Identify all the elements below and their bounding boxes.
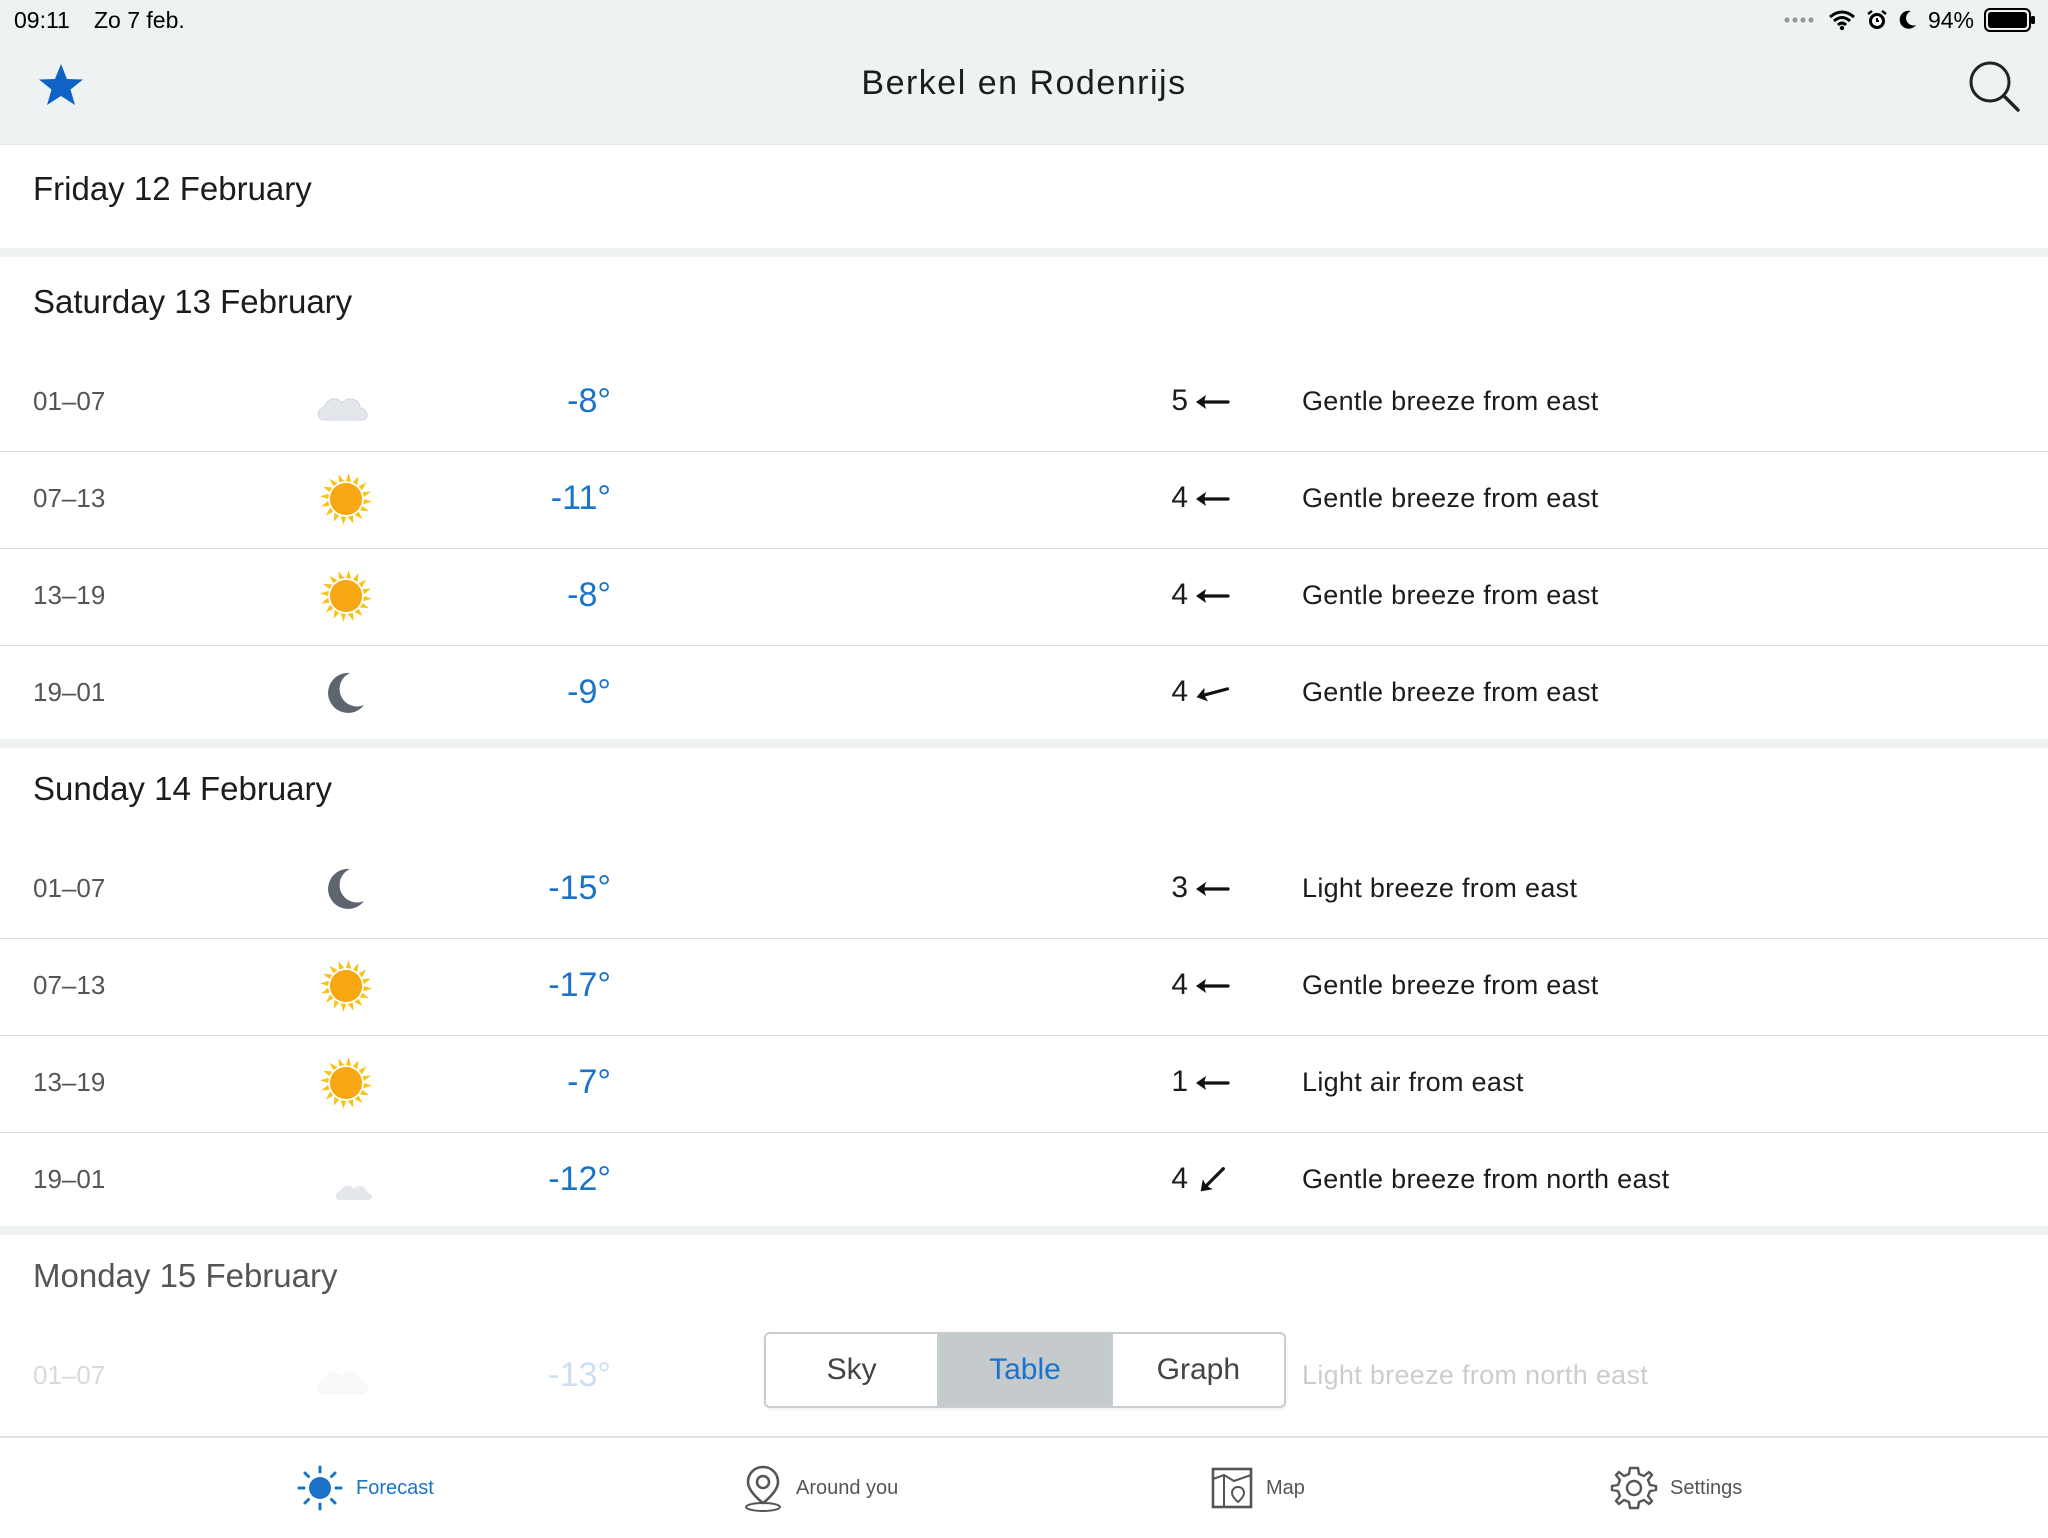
wind-direction-arrow-icon [1196, 882, 1230, 896]
search-icon [1969, 61, 2020, 112]
period-label: 19–01 [33, 677, 106, 707]
period-label: 01–07 [33, 1360, 106, 1390]
forecast-row[interactable]: 19–01 -12° 4 Gentle breeze from north east [0, 1132, 2048, 1230]
wind-speed: 3 [1171, 871, 1188, 904]
period-label: 01–07 [33, 873, 106, 903]
battery-percent: 94% [1927, 6, 1974, 33]
temperature: -17° [548, 966, 611, 1004]
day-divider [0, 248, 2048, 257]
wind-speed: 5 [1171, 384, 1188, 417]
period-label: 13–19 [33, 1067, 106, 1097]
sun-icon [320, 570, 372, 622]
location-title: Berkel en Rodenrijs [861, 64, 1187, 102]
period-label: 13–19 [33, 580, 106, 610]
view-option-table[interactable]: Table [939, 1334, 1113, 1406]
wind-speed: 4 [1171, 1162, 1188, 1195]
period-label: 07–13 [33, 970, 106, 1000]
period-label: 01–07 [33, 386, 106, 416]
search-button[interactable] [1966, 58, 2022, 114]
wind-direction-arrow-icon [1200, 1167, 1225, 1192]
status-right: 94% [1784, 5, 2036, 35]
tab-map-label: Map [1266, 1476, 1305, 1499]
wind-direction-arrow-icon [1196, 395, 1230, 409]
cloud-icon [317, 1372, 368, 1395]
day-divider [0, 739, 2048, 748]
moon-icon [328, 868, 364, 909]
tab-map[interactable]: Map [1210, 1438, 1305, 1538]
forecast-row[interactable]: 07–13 -17° 4 Gentle breeze from east [0, 938, 2048, 1036]
temperature: -8° [567, 382, 611, 420]
wind-speed: 1 [1171, 1065, 1188, 1098]
forecast-table[interactable]: Friday 12 February Saturday 13 February 01… [0, 144, 2048, 1436]
temperature: -8° [567, 576, 611, 614]
tab-forecast[interactable]: Forecast [296, 1438, 434, 1538]
forecast-row[interactable]: 19–01 -9° 4 Gentle breeze from east [0, 645, 2048, 743]
wind-direction-arrow-icon [1196, 492, 1230, 506]
sun-icon [320, 960, 372, 1012]
wind-description: Gentle breeze from east [1302, 483, 1599, 513]
forecast-row[interactable]: 01–07 -8° 5 Gentle breeze from east [0, 354, 2048, 452]
wind-speed: 4 [1171, 481, 1188, 514]
wind-description: Gentle breeze from east [1302, 386, 1599, 416]
wind-speed: 4 [1171, 968, 1188, 1001]
temperature: -9° [567, 673, 611, 711]
day-title: Monday 15 February [33, 1257, 338, 1294]
tab-bar: Forecast Around you Map Settings [0, 1436, 2048, 1538]
wind-direction-arrow-icon [1196, 687, 1230, 702]
day-title: Friday 12 February [33, 170, 312, 207]
sun-icon [297, 1465, 343, 1511]
wind-description: Light breeze from east [1302, 873, 1578, 903]
cloud-moon-icon [317, 378, 368, 421]
do-not-disturb-moon-icon [1899, 10, 1916, 29]
period-label: 19–01 [33, 1164, 106, 1194]
forecast-row[interactable]: 07–13 -11° 4 Gentle breeze from east [0, 451, 2048, 549]
location-pin-icon [745, 1465, 781, 1512]
wind-description: Gentle breeze from north east [1302, 1164, 1670, 1194]
tab-settings[interactable]: Settings [1610, 1438, 1742, 1538]
wind-direction-arrow-icon [1196, 589, 1230, 603]
status-bar: 09:11 Zo 7 feb. 94% [0, 0, 2048, 42]
period-label: 07–13 [33, 483, 106, 513]
moon-cloud-icon [330, 1162, 373, 1200]
cellular-dots-icon [1784, 17, 1814, 23]
temperature: -12° [548, 1160, 611, 1198]
wind-description: Gentle breeze from east [1302, 580, 1599, 610]
battery-icon [1984, 8, 2035, 32]
forecast-row[interactable]: 01–07 -15° 3 Light breeze from east [0, 841, 2048, 939]
temperature: -13° [548, 1356, 611, 1394]
view-toggle: Sky Table Graph [764, 1332, 1286, 1408]
sun-icon [320, 473, 372, 525]
view-option-graph[interactable]: Graph [1113, 1334, 1284, 1406]
wind-direction-arrow-icon [1196, 979, 1230, 993]
tab-around-you-label: Around you [796, 1476, 899, 1499]
day-title: Saturday 13 February [33, 283, 353, 320]
temperature: -11° [550, 479, 611, 517]
wind-description: Gentle breeze from east [1302, 970, 1599, 1000]
map-icon [1211, 1467, 1253, 1509]
day-title: Sunday 14 February [33, 770, 333, 807]
sun-icon [320, 1057, 372, 1109]
moon-icon [328, 672, 364, 713]
tab-forecast-label: Forecast [356, 1476, 434, 1499]
tab-around-you[interactable]: Around you [742, 1438, 898, 1538]
forecast-row[interactable]: 13–19 -7° 1 Light air from east [0, 1035, 2048, 1133]
status-time: 09:11 [14, 7, 70, 33]
wind-description: Gentle breeze from east [1302, 677, 1599, 707]
wind-description: Light air from east [1302, 1067, 1524, 1097]
wind-speed: 4 [1171, 675, 1188, 708]
temperature: -7° [567, 1063, 611, 1101]
forecast-row[interactable]: 13–19 -8° 4 Gentle breeze from east [0, 548, 2048, 646]
nav-bar: Berkel en Rodenrijs [0, 42, 2048, 145]
wind-description: Light breeze from north east [1302, 1360, 1649, 1390]
alarm-icon [1867, 10, 1887, 29]
wifi-icon [1828, 10, 1855, 31]
temperature: -15° [548, 869, 611, 907]
status-date: Zo 7 feb. [94, 7, 185, 33]
tab-settings-label: Settings [1670, 1476, 1743, 1499]
wind-speed: 4 [1171, 578, 1188, 611]
wind-direction-arrow-icon [1196, 1076, 1230, 1090]
view-option-sky[interactable]: Sky [766, 1334, 940, 1406]
gear-icon [1610, 1466, 1658, 1510]
day-divider [0, 1226, 2048, 1235]
